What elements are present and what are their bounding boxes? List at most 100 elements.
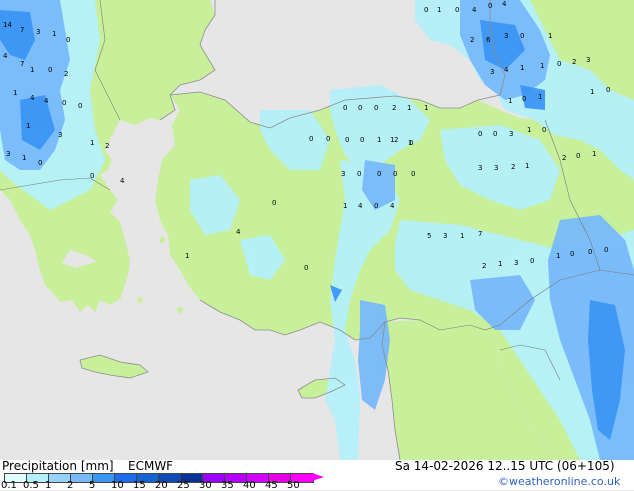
precip-value-label: 1 xyxy=(525,162,529,170)
precip-value-label: 2 xyxy=(511,163,515,171)
precip-value-label: 0 xyxy=(326,135,330,143)
colorbar-tick-label: 1 xyxy=(45,480,52,491)
footer-credit: ©weatheronline.co.uk xyxy=(498,475,621,488)
precip-value-label: 0 xyxy=(493,130,497,138)
colorbar-tick-label: 20 xyxy=(155,480,168,491)
precip-value-label: 3 xyxy=(36,28,40,36)
precip-value-label: 0 xyxy=(570,250,574,258)
precip-value-label: 4 xyxy=(3,52,8,60)
precip-value-label: 1 xyxy=(26,122,30,130)
precip-value-label: 1 xyxy=(407,104,411,112)
precip-value-label: 1 xyxy=(538,93,542,101)
precip-value-label: 3 xyxy=(6,150,10,158)
precip-value-label: 3 xyxy=(514,259,518,267)
island xyxy=(137,297,143,303)
precip-value-label: 0 xyxy=(66,36,70,44)
precip-value-label: 0 xyxy=(606,86,610,94)
precip-value-label: 1 xyxy=(460,232,464,240)
precip-value-label: 0 xyxy=(520,32,524,40)
precip-value-label: 0 xyxy=(38,159,42,167)
precip-value-label: 0 xyxy=(393,170,397,178)
island xyxy=(177,307,183,313)
colorbar-tick-label: 25 xyxy=(177,480,190,491)
precip-value-label: 1 xyxy=(540,62,544,70)
precip-value-label: 4 xyxy=(502,0,507,8)
precip-value-label: 6 xyxy=(486,36,491,44)
precip-value-label: 0 xyxy=(478,130,482,138)
colorbar-tick-label: 45 xyxy=(265,480,278,491)
colorbar-tick-label: 0.1 xyxy=(1,480,17,491)
precip-value-label: 0 xyxy=(90,172,94,180)
precip-value-label: 4 xyxy=(390,202,395,210)
precip-value-label: 2 xyxy=(392,104,396,112)
precip-value-label: 1 xyxy=(90,139,94,147)
precip-value-label: 3 xyxy=(504,32,508,40)
precip-value-label: 0 xyxy=(345,136,349,144)
colorbar-tick-label: 40 xyxy=(243,480,256,491)
precip-value-label: 0 xyxy=(542,126,546,134)
precip-value-label: 3 xyxy=(509,130,513,138)
colorbar-tick-label: 50 xyxy=(287,480,300,491)
precip-value-label: 1 xyxy=(13,89,17,97)
precip-value-label: 4 xyxy=(504,66,509,74)
precip-value-label: 2 xyxy=(562,154,566,162)
precip-value-label: 2 xyxy=(482,262,486,270)
precip-value-label: 2 xyxy=(394,136,398,144)
footer-datetime: Sa 14-02-2026 12..15 UTC (06+105) xyxy=(395,459,615,473)
island xyxy=(159,237,165,243)
precip-value-label: 0 xyxy=(576,152,580,160)
precip-value-label: 1 xyxy=(520,64,524,72)
footer: Precipitation [mm] ECMWF Sa 14-02-2026 1… xyxy=(0,459,634,491)
precip-value-label: 1 xyxy=(437,6,441,14)
colorbar-arrow xyxy=(312,473,324,481)
precip-value-label: 0 xyxy=(357,170,361,178)
precip-value-label: 0 xyxy=(530,257,534,265)
precip-value-label: 3 xyxy=(443,232,447,240)
precip-value-label: 0 xyxy=(309,135,313,143)
colorbar-tick-label: 0.5 xyxy=(23,480,39,491)
footer-model: ECMWF xyxy=(128,459,174,473)
precip-value-label: 0 xyxy=(358,104,362,112)
colorbar-tick-label: 15 xyxy=(133,480,146,491)
colorbar-tick-label: 30 xyxy=(199,480,212,491)
precip-value-label: 7 xyxy=(478,230,482,238)
colorbar-tick-label: 10 xyxy=(111,480,124,491)
precip-value-label: 0 xyxy=(374,104,378,112)
precip-value-label: 0 xyxy=(48,66,52,74)
precip-value-label: 3 xyxy=(494,164,498,172)
precip-value-label: 0 xyxy=(343,104,347,112)
precip-value-label: 1 xyxy=(185,252,189,260)
colorbar-tick-label: 35 xyxy=(221,480,234,491)
precip-value-label: 5 xyxy=(427,232,431,240)
precip-value-label: 1 xyxy=(590,88,594,96)
precip-value-label: 3 xyxy=(341,170,345,178)
precip-value-label: 3 xyxy=(478,164,482,172)
precip-value-label: 1 xyxy=(556,252,560,260)
precip-value-label: 0 xyxy=(272,199,276,207)
precip-value-label: 2 xyxy=(572,58,576,66)
precip-value-label: 4 xyxy=(472,6,477,14)
precip-value-label: 0 xyxy=(522,95,526,103)
precip-value-label: 1 xyxy=(377,136,381,144)
precip-value-label: 0 xyxy=(360,136,364,144)
precip-value-label: 1 xyxy=(527,126,531,134)
precip-value-label: 1 xyxy=(343,202,347,210)
precip-value-label: 0 xyxy=(78,102,82,110)
precip-value-label: 2 xyxy=(105,142,109,150)
precip-value-label: 3 xyxy=(490,68,494,76)
precip-value-label: 0 xyxy=(62,99,66,107)
precip-value-label: 14 xyxy=(3,21,12,29)
precip-value-label: 0 xyxy=(455,6,459,14)
footer-title: Precipitation [mm] xyxy=(2,459,114,473)
precip-value-label: 1 xyxy=(548,32,552,40)
precip-value-label: 0 xyxy=(304,264,308,272)
precip-value-label: 1 xyxy=(508,97,512,105)
precip-value-label: 1 xyxy=(424,104,428,112)
precip-value-label: 4 xyxy=(120,177,125,185)
precip-value-label: 0 xyxy=(424,6,428,14)
precip-value-label: 0 xyxy=(409,139,413,147)
precip-value-label: 0 xyxy=(557,60,561,68)
precip-value-label: 4 xyxy=(358,202,363,210)
precip-value-label: 0 xyxy=(377,170,381,178)
precip-value-label: 0 xyxy=(411,170,415,178)
